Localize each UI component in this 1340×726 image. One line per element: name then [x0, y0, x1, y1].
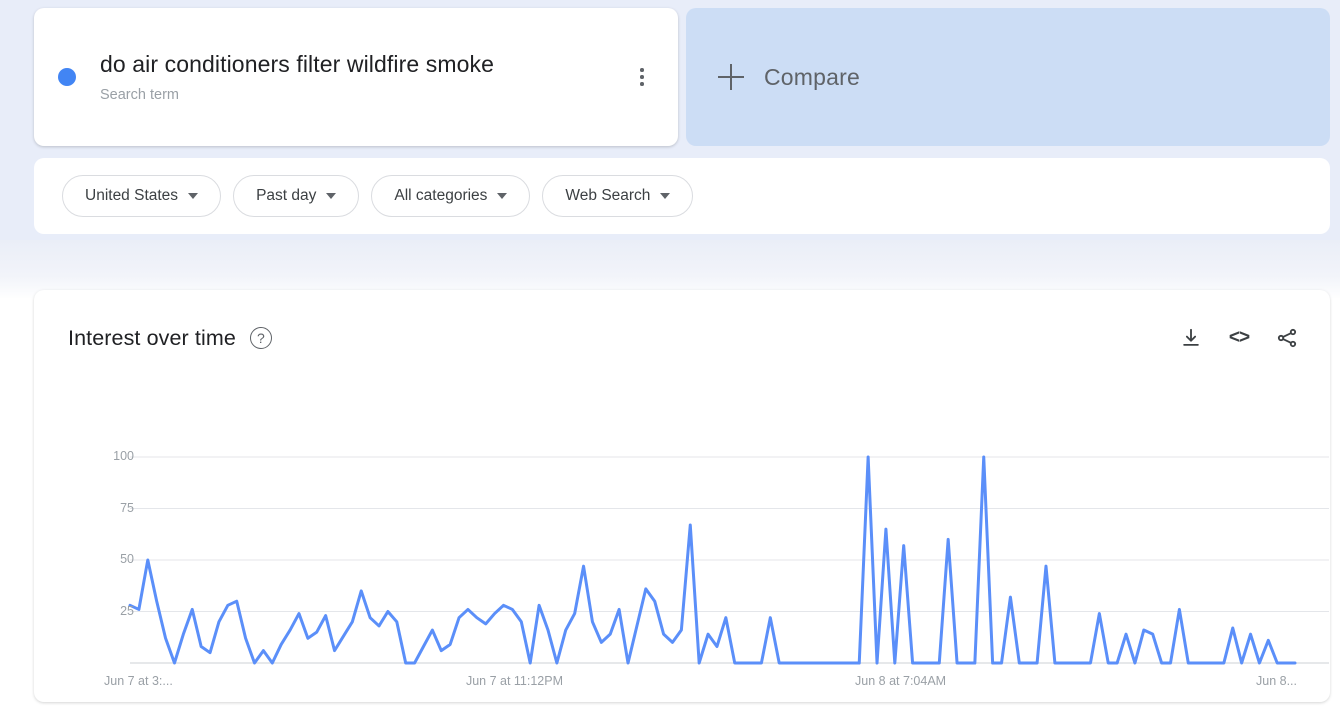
- chevron-down-icon: [497, 193, 507, 199]
- google-trends-page: do air conditioners filter wildfire smok…: [0, 0, 1340, 726]
- interest-over-time-card: Interest over time ? <> 2550: [34, 290, 1330, 702]
- search-term-subtitle: Search term: [100, 85, 622, 105]
- kebab-dot: [640, 75, 644, 79]
- filter-chip-label: Past day: [256, 187, 316, 205]
- filter-chip-location[interactable]: United States: [62, 175, 221, 217]
- filter-chip-label: United States: [85, 187, 178, 205]
- filter-chip-category[interactable]: All categories: [371, 175, 530, 217]
- search-term-title: do air conditioners filter wildfire smok…: [100, 49, 622, 79]
- x-axis-tick-label: Jun 8 at 7:04AM: [855, 674, 946, 688]
- more-vertical-icon[interactable]: [622, 57, 662, 97]
- search-term-texts: do air conditioners filter wildfire smok…: [100, 49, 622, 105]
- chevron-down-icon: [326, 193, 336, 199]
- search-term-card: do air conditioners filter wildfire smok…: [34, 8, 678, 146]
- filter-chip-label: Web Search: [565, 187, 650, 205]
- chevron-down-icon: [660, 193, 670, 199]
- filter-chip-time-range[interactable]: Past day: [233, 175, 359, 217]
- chevron-down-icon: [188, 193, 198, 199]
- compare-panel[interactable]: Compare: [686, 8, 1330, 146]
- plus-icon: [718, 64, 744, 90]
- x-axis-tick-label: Jun 7 at 11:12PM: [466, 674, 563, 688]
- x-axis-tick-label: Jun 8...: [1256, 674, 1297, 688]
- series-color-dot: [58, 68, 76, 86]
- compare-label: Compare: [764, 64, 860, 91]
- filter-chip-search-type[interactable]: Web Search: [542, 175, 693, 217]
- kebab-dot: [640, 82, 644, 86]
- filters-bar: United States Past day All categories We…: [34, 158, 1330, 234]
- x-axis-tick-label: Jun 7 at 3:...: [104, 674, 173, 688]
- x-axis-labels: Jun 7 at 3:... Jun 7 at 11:12PM Jun 8 at 7…: [34, 290, 1330, 702]
- kebab-dot: [640, 68, 644, 72]
- chart-plot-area: 255075100 Jun 7 at 3:...Jun 7 at 11:12PM…: [34, 290, 1330, 702]
- filter-chip-label: All categories: [394, 187, 487, 205]
